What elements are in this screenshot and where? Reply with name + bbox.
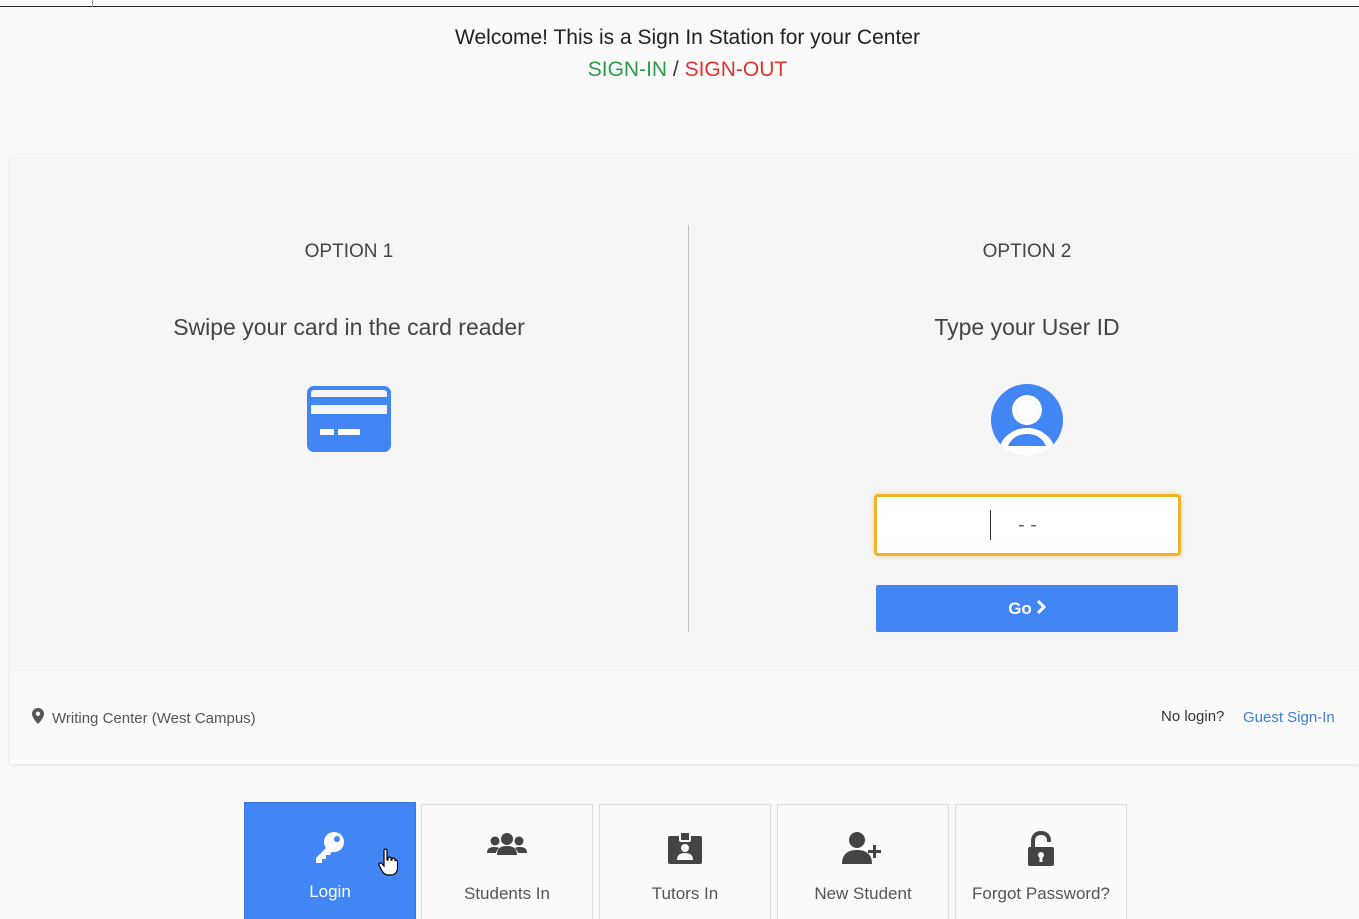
separator: / [667,58,685,81]
tab-label: Tutors In [651,884,719,903]
map-marker-icon [32,708,44,728]
sign-in-label: SIGN-IN [587,58,668,81]
tab-tutors-in[interactable]: Tutors In [599,804,771,919]
tab-label: New Student [814,884,912,903]
location-label: Writing Center (West Campus) [52,709,256,727]
go-label: Go [1008,598,1032,618]
tab-label: Students In [463,884,550,903]
tab-label: Login [309,882,351,901]
option2-title: OPTION 2 [982,241,1072,262]
chevron-right-icon [1036,599,1046,619]
no-login-label: No login? [1161,708,1225,725]
option1-description: Swipe your card in the card reader [173,314,525,340]
credit-card-icon [307,386,391,457]
welcome-text: Welcome! This is a Sign In Station for y… [455,26,920,49]
location-info: Writing Center (West Campus) [32,708,256,728]
user-id-input[interactable] [874,494,1181,556]
unlock-icon [956,831,1126,867]
tab-label: Forgot Password? [972,884,1110,903]
user-circle-icon [990,383,1064,462]
sign-in-panel: OPTION 1 Swipe your card in the card rea… [10,155,1359,764]
tab-students-in[interactable]: Students In [421,804,593,919]
guest-sign-in-link[interactable]: Guest Sign-In [1243,709,1335,726]
top-rule [0,6,1359,7]
sign-in-out-heading: SIGN-IN / SIGN-OUT [0,58,1359,82]
id-badge-icon [600,831,770,865]
hand-pointer-icon [378,848,399,881]
text-caret [990,510,991,540]
user-plus-icon [778,831,948,865]
users-icon [422,831,592,863]
option2-description: Type your User ID [934,314,1120,340]
tab-new-student[interactable]: New Student [777,804,949,919]
go-button[interactable]: Go [876,585,1178,632]
option1-title: OPTION 1 [304,241,394,262]
tab-forgot-password[interactable]: Forgot Password? [955,804,1127,919]
sign-out-label: SIGN-OUT [684,58,788,81]
top-rule-tab [92,0,93,7]
options-divider [688,225,689,632]
